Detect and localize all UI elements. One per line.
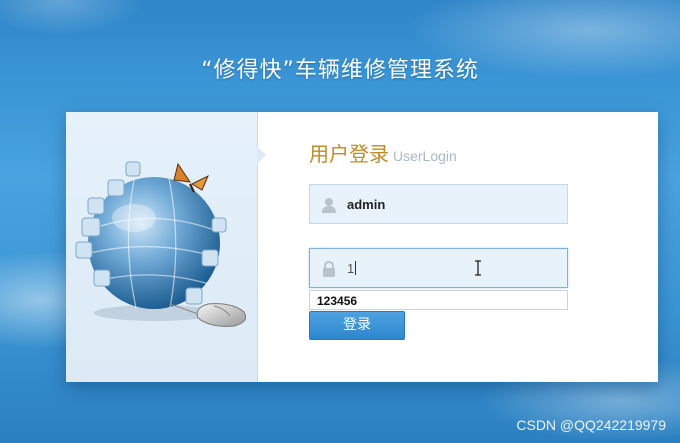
user-icon <box>320 196 338 214</box>
password-value: 1 <box>347 261 355 276</box>
login-title: 用户登录 <box>309 142 389 166</box>
watermark: CSDN @QQ242219979 <box>516 417 666 433</box>
username-value: admin <box>347 197 386 212</box>
illustration-panel <box>66 112 258 382</box>
globe-illustration <box>74 158 264 348</box>
lock-icon <box>320 260 338 278</box>
password-field[interactable]: 1 <box>309 248 568 288</box>
login-heading: 用户登录 UserLogin <box>309 138 457 167</box>
username-field[interactable]: admin <box>309 184 568 224</box>
ibeam-cursor-icon <box>473 260 483 276</box>
autocomplete-suggestion[interactable]: 123456 <box>309 290 568 310</box>
login-panel: 用户登录 UserLogin admin 1 123456 登录 <box>66 112 658 382</box>
text-caret <box>355 261 357 275</box>
panel-pointer <box>257 146 266 164</box>
page-title: “修得快”车辆维修管理系统 <box>201 58 479 83</box>
login-button[interactable]: 登录 <box>309 311 405 340</box>
login-subtitle: UserLogin <box>393 148 457 164</box>
